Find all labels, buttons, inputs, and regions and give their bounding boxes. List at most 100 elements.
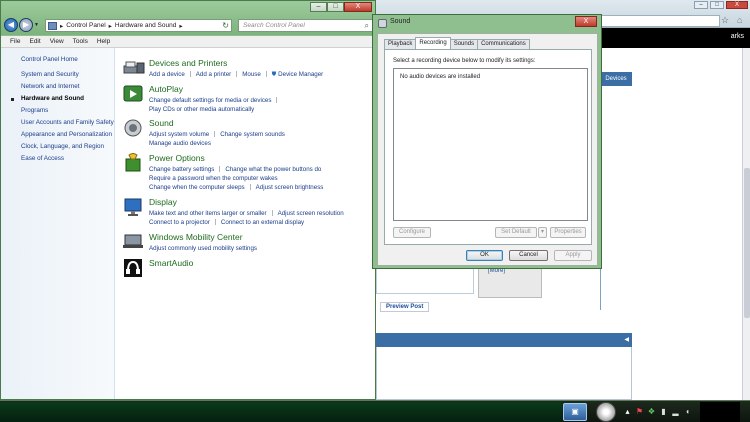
breadcrumb-sep-icon[interactable]: ▸ <box>179 22 182 30</box>
post-editor-box[interactable] <box>376 266 474 294</box>
tab-playback[interactable]: Playback <box>384 39 417 49</box>
tray-arrow-icon[interactable]: ▴ <box>623 407 632 416</box>
windows-logo-icon[interactable]: ❖ <box>647 407 656 416</box>
link-mouse[interactable]: Mouse <box>242 71 261 78</box>
link-power-buttons[interactable]: Change what the power buttons do <box>225 166 321 173</box>
category-title[interactable]: Devices and Printers <box>149 58 227 68</box>
scrollbar-thumb[interactable] <box>744 168 750 318</box>
link-battery-settings[interactable]: Change battery settings <box>149 166 214 173</box>
link-text-larger[interactable]: Make text and other items larger or smal… <box>149 210 267 217</box>
menu-view[interactable]: View <box>50 38 64 45</box>
menu-edit[interactable]: Edit <box>29 38 40 45</box>
category-title[interactable]: Display <box>149 197 177 207</box>
browser-maximize-button[interactable]: □ <box>710 1 724 9</box>
taskbar-control-panel-button[interactable]: ▣ <box>563 403 587 421</box>
apply-button[interactable]: Apply <box>554 250 592 261</box>
recording-tab-panel: Select a recording device below to modif… <box>384 49 592 245</box>
preview-post-button[interactable]: Preview Post <box>380 302 430 312</box>
category-title[interactable]: SmartAudio <box>149 258 193 268</box>
breadcrumb-hardware-sound[interactable]: Hardware and Sound <box>115 22 176 29</box>
sidebar-item-network-internet[interactable]: Network and Internet <box>21 83 114 91</box>
site-devices-tab[interactable]: Devices <box>600 72 632 86</box>
home-icon[interactable]: ⌂ <box>737 15 742 25</box>
favorite-star-icon[interactable]: ☆ <box>721 15 729 26</box>
sidebar-item-control-panel-home[interactable]: Control Panel Home <box>21 56 114 64</box>
link-connect-projector[interactable]: Connect to a projector <box>149 219 210 226</box>
network-signal-icon[interactable]: ▂ <box>671 407 680 416</box>
category-title[interactable]: Sound <box>149 118 174 128</box>
category-devices-printers: Devices and Printers Add a device Add a p… <box>123 58 373 84</box>
set-default-dropdown[interactable]: ▾ <box>538 227 547 238</box>
category-title[interactable]: Power Options <box>149 153 205 163</box>
tab-communications[interactable]: Communications <box>477 39 530 49</box>
sidebar-item-hardware-sound[interactable]: Hardware and Sound <box>11 95 114 103</box>
power-icon[interactable]: ▮ <box>659 407 668 416</box>
category-display: Display Make text and other items larger… <box>123 197 373 232</box>
link-change-default-media[interactable]: Change default settings for media or dev… <box>149 97 271 104</box>
recording-device-list[interactable]: No audio devices are installed <box>393 68 588 221</box>
link-adjust-volume[interactable]: Adjust system volume <box>149 131 209 138</box>
cp-search-input[interactable]: Search Control Panel ⌕ <box>238 19 373 32</box>
menu-tools[interactable]: Tools <box>73 38 88 45</box>
browser-address-bar[interactable] <box>600 15 720 27</box>
sound-close-button[interactable]: X <box>575 16 597 27</box>
browser-close-button[interactable]: X <box>726 1 748 9</box>
search-icon[interactable]: ⌕ <box>365 20 369 31</box>
link-add-printer[interactable]: Add a printer <box>196 71 231 78</box>
cp-close-button[interactable]: X <box>344 2 372 12</box>
sidebar-item-system-security[interactable]: System and Security <box>21 71 114 79</box>
page-scrollbar[interactable] <box>742 48 750 400</box>
breadcrumb-sep-icon[interactable]: ▸ <box>109 22 112 30</box>
speaker-icon <box>378 19 387 28</box>
recording-instruction: Select a recording device below to modif… <box>393 58 536 64</box>
media-disc-icon[interactable] <box>596 402 616 422</box>
set-default-button[interactable]: Set Default <box>495 227 537 238</box>
link-device-manager[interactable]: Device Manager <box>278 71 323 78</box>
site-bottom-box <box>376 347 632 400</box>
link-require-password[interactable]: Require a password when the computer wak… <box>149 175 278 182</box>
configure-button[interactable]: Configure <box>393 227 431 238</box>
display-icon <box>124 198 142 216</box>
sound-tabs: Playback Recording Sounds Communications <box>384 37 530 49</box>
tab-sounds[interactable]: Sounds <box>449 39 479 49</box>
site-user-name[interactable]: arks <box>731 33 744 40</box>
volume-icon[interactable]: ◖ <box>683 407 692 416</box>
refresh-icon[interactable]: ↻ <box>222 21 229 30</box>
properties-button[interactable]: Properties <box>550 227 586 238</box>
browser-minimize-button[interactable]: – <box>694 1 708 9</box>
cancel-button[interactable]: Cancel <box>509 250 548 261</box>
cp-maximize-button[interactable]: □ <box>327 2 344 12</box>
collapse-arrow-icon[interactable]: ◀ <box>624 336 629 343</box>
link-screen-brightness[interactable]: Adjust screen brightness <box>256 184 324 191</box>
breadcrumb-sep-icon[interactable]: ▸ <box>60 22 63 30</box>
link-add-device[interactable]: Add a device <box>149 71 185 78</box>
link-change-system-sounds[interactable]: Change system sounds <box>220 131 285 138</box>
sidebar-item-clock-language[interactable]: Clock, Language, and Region <box>21 143 114 151</box>
category-title[interactable]: Windows Mobility Center <box>149 232 243 242</box>
link-play-cds[interactable]: Play CDs or other media automatically <box>149 106 254 113</box>
link-computer-sleeps[interactable]: Change when the computer sleeps <box>149 184 245 191</box>
link-mobility-settings[interactable]: Adjust commonly used mobility settings <box>149 245 257 252</box>
tab-recording[interactable]: Recording <box>415 37 451 49</box>
ok-button[interactable]: OK <box>466 250 503 261</box>
sidebar-item-appearance[interactable]: Appearance and Personalization <box>21 131 114 139</box>
forward-button[interactable]: ▶ <box>19 18 33 32</box>
link-manage-audio-devices[interactable]: Manage audio devices <box>149 140 211 147</box>
cp-sidebar: Control Panel Home System and Security N… <box>1 48 115 399</box>
breadcrumb-control-panel[interactable]: Control Panel <box>66 22 105 29</box>
history-dropdown-icon[interactable]: ▼ <box>34 18 40 32</box>
link-screen-resolution[interactable]: Adjust screen resolution <box>278 210 344 217</box>
cp-minimize-button[interactable]: – <box>310 2 327 12</box>
taskbar-clock-area[interactable] <box>700 402 740 422</box>
sidebar-item-user-accounts[interactable]: User Accounts and Family Safety <box>21 119 114 127</box>
action-center-flag-icon[interactable]: ⚑ <box>635 407 644 416</box>
menu-file[interactable]: File <box>10 38 20 45</box>
cp-address-bar[interactable]: ▸ Control Panel ▸ Hardware and Sound ▸ ↻ <box>45 19 232 32</box>
back-button[interactable]: ◀ <box>4 18 18 32</box>
devices-printers-icon <box>123 61 145 74</box>
sidebar-item-programs[interactable]: Programs <box>21 107 114 115</box>
sidebar-item-ease-of-access[interactable]: Ease of Access <box>21 155 114 163</box>
link-external-display[interactable]: Connect to an external display <box>221 219 304 226</box>
menu-help[interactable]: Help <box>97 38 110 45</box>
category-title[interactable]: AutoPlay <box>149 84 183 94</box>
